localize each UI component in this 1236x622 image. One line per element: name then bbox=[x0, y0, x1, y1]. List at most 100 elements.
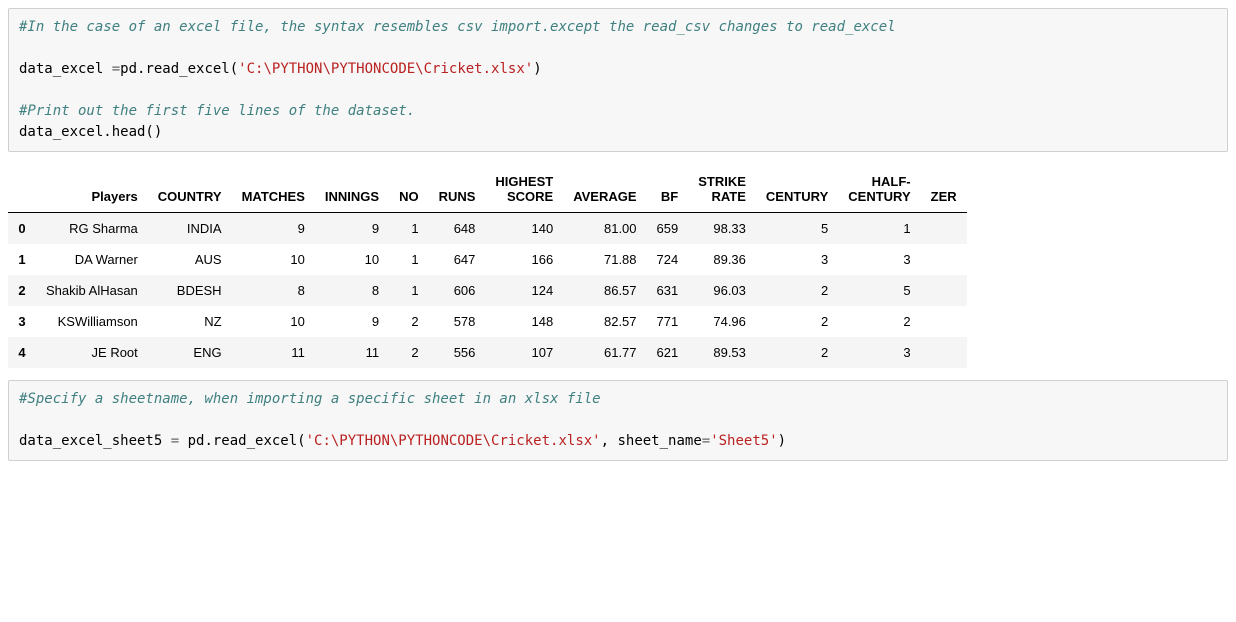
table-cell: 659 bbox=[647, 213, 689, 245]
table-cell: 1 bbox=[389, 244, 429, 275]
dataframe-table: PlayersCOUNTRYMATCHESINNINGSNORUNSHIGHES… bbox=[8, 166, 967, 368]
table-cell: 1 bbox=[838, 213, 920, 245]
code-token: = bbox=[702, 433, 710, 449]
table-header: Players bbox=[36, 166, 148, 213]
table-cell: JE Root bbox=[36, 337, 148, 368]
row-index: 2 bbox=[8, 275, 36, 306]
table-cell: 10 bbox=[315, 244, 389, 275]
code-comment: #Specify a sheetname, when importing a s… bbox=[19, 391, 601, 407]
table-row: 2Shakib AlHasanBDESH88160612486.5763196.… bbox=[8, 275, 967, 306]
table-cell: Shakib AlHasan bbox=[36, 275, 148, 306]
code-token: data_excel_sheet5 bbox=[19, 433, 171, 449]
code-token: pd.read_excel( bbox=[179, 433, 305, 449]
table-cell: 148 bbox=[485, 306, 563, 337]
table-cell bbox=[921, 337, 967, 368]
table-cell: 81.00 bbox=[563, 213, 646, 245]
table-header: COUNTRY bbox=[148, 166, 232, 213]
table-cell: 98.33 bbox=[688, 213, 756, 245]
table-cell: NZ bbox=[148, 306, 232, 337]
table-cell: 578 bbox=[429, 306, 486, 337]
table-cell: 5 bbox=[756, 213, 838, 245]
table-cell: 621 bbox=[647, 337, 689, 368]
table-header: CENTURY bbox=[756, 166, 838, 213]
table-cell: 2 bbox=[389, 306, 429, 337]
table-cell bbox=[921, 213, 967, 245]
table-cell: 1 bbox=[389, 213, 429, 245]
code-token: , sheet_name bbox=[601, 433, 702, 449]
table-cell: 724 bbox=[647, 244, 689, 275]
row-index: 0 bbox=[8, 213, 36, 245]
table-cell: 74.96 bbox=[688, 306, 756, 337]
table-cell: 2 bbox=[838, 306, 920, 337]
table-cell: 71.88 bbox=[563, 244, 646, 275]
table-cell: 2 bbox=[756, 337, 838, 368]
table-cell: 89.36 bbox=[688, 244, 756, 275]
table-cell: 771 bbox=[647, 306, 689, 337]
table-cell: 8 bbox=[315, 275, 389, 306]
table-header: STRIKERATE bbox=[688, 166, 756, 213]
table-cell: 2 bbox=[756, 275, 838, 306]
table-cell: 9 bbox=[315, 306, 389, 337]
table-header: BF bbox=[647, 166, 689, 213]
table-cell: 631 bbox=[647, 275, 689, 306]
code-token: pd.read_excel( bbox=[120, 61, 238, 77]
table-cell: 9 bbox=[315, 213, 389, 245]
code-string: 'C:\PYTHON\PYTHONCODE\Cricket.xlsx' bbox=[306, 433, 601, 449]
output-area: PlayersCOUNTRYMATCHESINNINGSNORUNSHIGHES… bbox=[4, 156, 1232, 376]
table-cell: 2 bbox=[389, 337, 429, 368]
code-string: 'Sheet5' bbox=[710, 433, 777, 449]
code-token: = bbox=[112, 61, 120, 77]
table-cell: AUS bbox=[148, 244, 232, 275]
table-cell: KSWilliamson bbox=[36, 306, 148, 337]
table-cell: 61.77 bbox=[563, 337, 646, 368]
table-cell: 166 bbox=[485, 244, 563, 275]
table-cell: 1 bbox=[389, 275, 429, 306]
table-row: 4JE RootENG1111255610761.7762189.5323 bbox=[8, 337, 967, 368]
code-token: = bbox=[171, 433, 179, 449]
row-index: 1 bbox=[8, 244, 36, 275]
table-header: NO bbox=[389, 166, 429, 213]
table-cell: 107 bbox=[485, 337, 563, 368]
table-cell: DA Warner bbox=[36, 244, 148, 275]
code-token: data_excel.head() bbox=[19, 124, 162, 140]
code-token: ) bbox=[533, 61, 541, 77]
code-string: 'C:\PYTHON\PYTHONCODE\Cricket.xlsx' bbox=[238, 61, 533, 77]
table-cell: 3 bbox=[756, 244, 838, 275]
table-header-row: PlayersCOUNTRYMATCHESINNINGSNORUNSHIGHES… bbox=[8, 166, 967, 213]
table-cell: 86.57 bbox=[563, 275, 646, 306]
table-header: HALF-CENTURY bbox=[838, 166, 920, 213]
table-corner bbox=[8, 166, 36, 213]
code-cell-2[interactable]: #Specify a sheetname, when importing a s… bbox=[8, 380, 1228, 461]
table-row: 0RG SharmaINDIA99164814081.0065998.3351 bbox=[8, 213, 967, 245]
table-cell: 10 bbox=[232, 306, 315, 337]
table-header: AVERAGE bbox=[563, 166, 646, 213]
code-token: ) bbox=[778, 433, 786, 449]
table-cell: BDESH bbox=[148, 275, 232, 306]
row-index: 3 bbox=[8, 306, 36, 337]
table-cell: RG Sharma bbox=[36, 213, 148, 245]
table-cell: 9 bbox=[232, 213, 315, 245]
table-cell bbox=[921, 244, 967, 275]
table-cell: 3 bbox=[838, 337, 920, 368]
table-cell: 3 bbox=[838, 244, 920, 275]
table-cell: 606 bbox=[429, 275, 486, 306]
table-cell: 11 bbox=[315, 337, 389, 368]
table-cell: 82.57 bbox=[563, 306, 646, 337]
table-cell bbox=[921, 275, 967, 306]
table-cell: INDIA bbox=[148, 213, 232, 245]
row-index: 4 bbox=[8, 337, 36, 368]
table-cell: 124 bbox=[485, 275, 563, 306]
table-cell: 89.53 bbox=[688, 337, 756, 368]
table-cell: 2 bbox=[756, 306, 838, 337]
table-cell: 556 bbox=[429, 337, 486, 368]
table-header: HIGHESTSCORE bbox=[485, 166, 563, 213]
table-cell: 647 bbox=[429, 244, 486, 275]
table-cell: 96.03 bbox=[688, 275, 756, 306]
code-cell-1[interactable]: #In the case of an excel file, the synta… bbox=[8, 8, 1228, 152]
table-row: 3KSWilliamsonNZ109257814882.5777174.9622 bbox=[8, 306, 967, 337]
table-cell: 5 bbox=[838, 275, 920, 306]
table-header: ZER bbox=[921, 166, 967, 213]
table-cell: ENG bbox=[148, 337, 232, 368]
table-cell: 140 bbox=[485, 213, 563, 245]
table-cell: 11 bbox=[232, 337, 315, 368]
